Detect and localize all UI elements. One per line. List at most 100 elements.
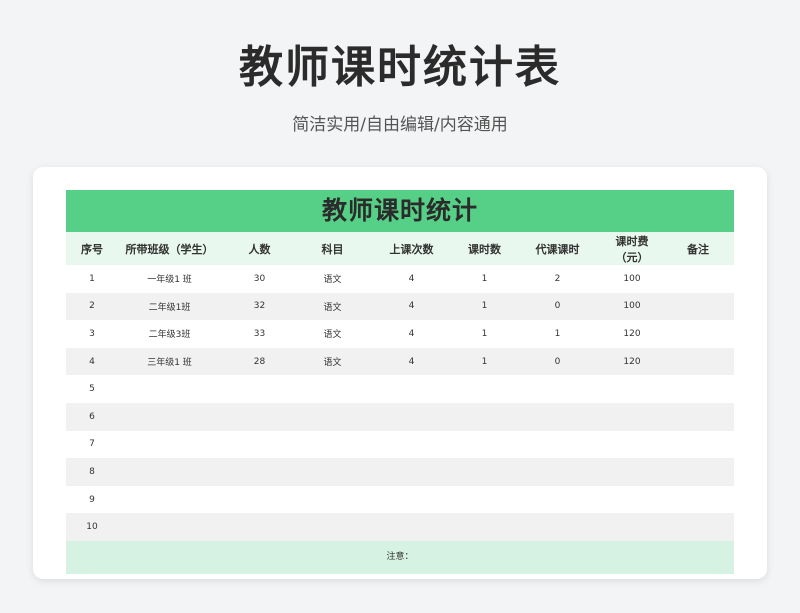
table-cell[interactable]: 三年级1 班 — [118, 347, 221, 376]
table-cell[interactable]: 4 — [66, 347, 118, 376]
table-cell[interactable] — [221, 402, 298, 431]
header-cell: 所带班级（学生） — [118, 232, 221, 265]
table-cell[interactable] — [662, 320, 734, 348]
table-cell[interactable] — [456, 402, 513, 431]
table-cell[interactable] — [367, 430, 456, 459]
table-cell[interactable]: 1 — [66, 265, 118, 293]
table-cell[interactable]: 10 — [66, 513, 118, 541]
table-cell[interactable]: 4 — [367, 347, 456, 376]
table-cell[interactable]: 2 — [66, 292, 118, 321]
table-cell[interactable]: 语文 — [298, 320, 367, 348]
header-cell: 代课课时 — [513, 232, 602, 265]
table-cell[interactable] — [662, 375, 734, 403]
table-cell[interactable] — [602, 402, 662, 431]
table-cell[interactable] — [118, 375, 221, 403]
table-cell[interactable] — [602, 513, 662, 541]
table-cell[interactable]: 100 — [602, 265, 662, 293]
table-cell[interactable]: 语文 — [298, 347, 367, 376]
table-cell[interactable] — [367, 458, 456, 486]
table-row: 6 — [66, 402, 734, 431]
table-cell[interactable]: 1 — [456, 265, 513, 293]
table-cell[interactable] — [298, 430, 367, 459]
table-cell[interactable]: 语文 — [298, 265, 367, 293]
table-cell[interactable] — [602, 430, 662, 459]
table-cell[interactable]: 4 — [367, 265, 456, 293]
table-cell[interactable]: 1 — [456, 292, 513, 321]
table-cell[interactable]: 二年级1班 — [118, 292, 221, 321]
table-cell[interactable]: 9 — [66, 485, 118, 514]
table-cell[interactable] — [513, 458, 602, 486]
table-cell[interactable]: 6 — [66, 402, 118, 431]
table-cell[interactable] — [367, 485, 456, 514]
table-cell[interactable]: 28 — [221, 347, 298, 376]
table-cell[interactable]: 语文 — [298, 292, 367, 321]
table-cell[interactable] — [662, 458, 734, 486]
table-cell[interactable] — [513, 485, 602, 514]
table-header-row: 序号 所带班级（学生） 人数 科目 上课次数 课时数 代课课时 课时费（元） 备… — [66, 232, 734, 265]
table-cell[interactable] — [221, 458, 298, 486]
table-cell[interactable] — [662, 402, 734, 431]
table-cell[interactable] — [662, 485, 734, 514]
table-cell[interactable] — [456, 485, 513, 514]
table-cell[interactable] — [221, 375, 298, 403]
table-cell[interactable] — [118, 458, 221, 486]
table-cell[interactable] — [456, 513, 513, 541]
table-cell[interactable]: 33 — [221, 320, 298, 348]
header-cell: 序号 — [66, 232, 118, 265]
table-cell[interactable]: 5 — [66, 375, 118, 403]
table-cell[interactable]: 4 — [367, 320, 456, 348]
table-cell[interactable] — [662, 430, 734, 459]
table-cell[interactable] — [662, 265, 734, 293]
table-cell[interactable]: 0 — [513, 292, 602, 321]
table-cell[interactable]: 4 — [367, 292, 456, 321]
table-cell[interactable] — [456, 375, 513, 403]
table-cell[interactable]: 7 — [66, 430, 118, 459]
table-cell[interactable] — [456, 458, 513, 486]
table-cell[interactable] — [298, 375, 367, 403]
table-cell[interactable] — [118, 402, 221, 431]
header-cell: 上课次数 — [367, 232, 456, 265]
table-cell[interactable] — [298, 513, 367, 541]
table-cell[interactable] — [367, 513, 456, 541]
table-cell[interactable] — [513, 402, 602, 431]
table-cell[interactable] — [118, 485, 221, 514]
table-cell[interactable]: 120 — [602, 320, 662, 348]
table-cell[interactable] — [118, 430, 221, 459]
table-cell[interactable] — [662, 513, 734, 541]
table-cell[interactable] — [298, 485, 367, 514]
table-cell[interactable] — [513, 513, 602, 541]
table-cell[interactable] — [662, 292, 734, 321]
table-cell[interactable] — [367, 375, 456, 403]
table-cell[interactable] — [602, 458, 662, 486]
table-cell[interactable] — [298, 458, 367, 486]
table-cell[interactable] — [456, 430, 513, 459]
table-cell[interactable]: 8 — [66, 458, 118, 486]
table-row: 1 一年级1 班 30 语文 4 1 2 100 — [66, 265, 734, 293]
table-cell[interactable]: 1 — [513, 320, 602, 348]
table-cell[interactable]: 120 — [602, 347, 662, 376]
table-cell[interactable]: 1 — [456, 320, 513, 348]
table-cell[interactable] — [602, 485, 662, 514]
table-cell[interactable]: 30 — [221, 265, 298, 293]
table-cell[interactable]: 100 — [602, 292, 662, 321]
table-cell[interactable] — [367, 402, 456, 431]
table-cell[interactable] — [513, 430, 602, 459]
table-cell[interactable] — [298, 402, 367, 431]
page-subtitle: 简洁实用/自由编辑/内容通用 — [292, 115, 508, 135]
table-cell[interactable]: 1 — [456, 347, 513, 376]
table-cell[interactable] — [513, 375, 602, 403]
table-cell[interactable] — [662, 347, 734, 376]
table-cell[interactable] — [118, 513, 221, 541]
table-cell[interactable] — [221, 485, 298, 514]
table-cell[interactable] — [602, 375, 662, 403]
spreadsheet: 教师课时统计 序号 所带班级（学生） 人数 科目 上课次数 课时数 代课课时 课… — [66, 190, 734, 574]
table-cell[interactable]: 一年级1 班 — [118, 265, 221, 293]
table-cell[interactable]: 32 — [221, 292, 298, 321]
table-cell[interactable]: 3 — [66, 320, 118, 348]
table-cell[interactable]: 2 — [513, 265, 602, 293]
table-cell[interactable] — [221, 513, 298, 541]
table-cell[interactable]: 二年级3班 — [118, 320, 221, 348]
table-cell[interactable] — [221, 430, 298, 459]
statistics-table: 序号 所带班级（学生） 人数 科目 上课次数 课时数 代课课时 课时费（元） 备… — [66, 232, 734, 541]
table-cell[interactable]: 0 — [513, 347, 602, 376]
